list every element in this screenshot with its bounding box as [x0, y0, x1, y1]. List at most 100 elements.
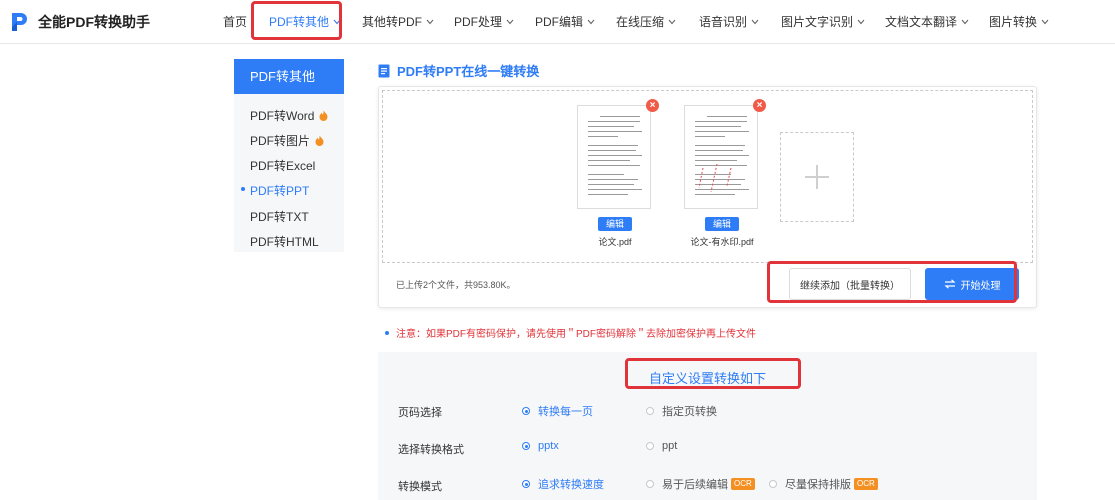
ocr-badge: OCR [731, 478, 755, 490]
file-dropzone[interactable]: × 编辑 论文.pdf × 编辑 论文-有水印.pdf [382, 90, 1033, 263]
option-speed[interactable]: 追求转换速度 [522, 476, 604, 492]
sidebar-item-pdf-to-html[interactable]: PDF转HTML [250, 233, 319, 250]
swap-icon [943, 279, 956, 289]
flame-icon [315, 135, 324, 146]
sidebar-item-label: PDF转Excel [250, 159, 316, 173]
edit-button[interactable]: 编辑 [598, 217, 632, 231]
nav-label: 文档文本翻译 [885, 15, 958, 29]
file-thumbnail[interactable] [684, 105, 758, 209]
option-easy-edit[interactable]: 易于后续编辑 OCR [646, 476, 755, 492]
sidebar-item-label: PDF转TXT [250, 210, 309, 224]
sidebar-item-pdf-to-word[interactable]: PDF转Word [250, 107, 328, 124]
nav-pdf-to-other[interactable]: PDF转其他 [269, 13, 341, 30]
logo-icon [12, 13, 27, 31]
file-card: × 编辑 论文.pdf [577, 99, 659, 248]
nav-compress[interactable]: 在线压缩 [616, 13, 676, 30]
nav-home[interactable]: 首页 [223, 13, 247, 30]
thumbnail-text-line [588, 174, 624, 175]
chevron-down-icon [961, 19, 969, 24]
file-card: × 编辑 论文-有水印.pdf [684, 99, 766, 248]
option-label: pptx [538, 440, 559, 452]
edit-button[interactable]: 编辑 [705, 217, 739, 231]
app-title: 全能PDF转换助手 [38, 14, 150, 30]
thumbnail-text-line [600, 116, 640, 117]
sidebar-item-label: PDF转HTML [250, 235, 319, 249]
nav-other-to-pdf[interactable]: 其他转PDF [362, 13, 434, 30]
nav-label: PDF处理 [454, 15, 503, 29]
document-icon [378, 64, 390, 77]
settings-panel: 自定义设置转换如下 页码选择 转换每一页 指定页转换 选择转换格式 pptx p… [378, 352, 1037, 500]
nav-label: 图片文字识别 [781, 15, 854, 29]
thumbnail-text-line [588, 145, 638, 146]
sidebar-item-pdf-to-txt[interactable]: PDF转TXT [250, 208, 309, 225]
button-label: 继续添加（批量转换） [800, 280, 900, 292]
option-pptx[interactable]: pptx [522, 440, 559, 452]
chevron-down-icon [587, 19, 595, 24]
file-name: 论文.pdf [598, 237, 632, 247]
thumbnail-text-line [588, 189, 642, 190]
thumbnail-text-line [588, 126, 634, 127]
continue-add-button[interactable]: 继续添加（批量转换） [789, 268, 911, 300]
close-icon[interactable]: × [753, 99, 766, 112]
nav-label: 首页 [223, 15, 248, 29]
thumbnail-text-line [588, 165, 640, 166]
sidebar: PDF转其他 PDF转Word PDF转图片 PDF转Excel PDF转PPT… [234, 59, 344, 252]
page-title: PDF转PPT在线一键转换 [378, 61, 539, 80]
nav-label: 在线压缩 [616, 15, 665, 29]
thumbnail-text-line [588, 150, 636, 151]
option-ppt[interactable]: ppt [646, 440, 677, 452]
nav-translate[interactable]: 文档文本翻译 [885, 13, 969, 30]
thumbnail-text-line [588, 194, 628, 195]
chevron-down-icon [751, 19, 759, 24]
ocr-badge: OCR [854, 478, 878, 490]
sidebar-item-label: PDF转图片 [250, 134, 311, 148]
app-logo[interactable]: 全能PDF转换助手 [10, 11, 150, 33]
option-convert-every-page[interactable]: 转换每一页 [522, 403, 593, 419]
thumbnail-text-line [588, 179, 638, 180]
sidebar-item-pdf-to-excel[interactable]: PDF转Excel [250, 157, 315, 174]
thumbnail-text-line [588, 121, 640, 122]
plus-icon [805, 165, 829, 189]
start-process-button[interactable]: 开始处理 [925, 268, 1019, 300]
option-specified-pages[interactable]: 指定页转换 [646, 403, 717, 419]
chevron-down-icon [333, 19, 341, 24]
format-select-label: 选择转换格式 [398, 444, 464, 456]
mode-select-label: 转换模式 [398, 481, 442, 493]
button-label: 开始处理 [960, 280, 1001, 292]
radio [646, 480, 654, 488]
nav-pdf-process[interactable]: PDF处理 [454, 13, 514, 30]
option-keep-layout[interactable]: 尽量保持排版 OCR [769, 476, 878, 492]
flame-icon [319, 110, 328, 121]
file-thumbnail[interactable] [577, 105, 651, 209]
chevron-down-icon [857, 19, 865, 24]
nav-label: PDF编辑 [535, 15, 584, 29]
sidebar-item-label: PDF转PPT [250, 184, 310, 198]
nav-label: 语音识别 [699, 15, 748, 29]
upload-panel: × 编辑 论文.pdf × 编辑 论文-有水印.pdf 已上传2个文件，共953… [378, 86, 1037, 308]
page-select-label: 页码选择 [398, 407, 442, 419]
nav-speech-recognition[interactable]: 语音识别 [699, 13, 759, 30]
nav-label: 其他转PDF [362, 15, 423, 29]
upload-status: 已上传2个文件，共953.80K。 [396, 280, 516, 290]
radio [522, 407, 530, 415]
chevron-down-icon [426, 19, 434, 24]
sidebar-item-pdf-to-image[interactable]: PDF转图片 [250, 132, 324, 149]
option-label: 追求转换速度 [538, 479, 604, 491]
option-label: 尽量保持排版 [785, 479, 851, 491]
notice-text: 注意：如果PDF有密码保护，请先使用＂PDF密码解除＂去除加密保护再上传文件 [396, 329, 756, 340]
nav-image-ocr[interactable]: 图片文字识别 [781, 13, 865, 30]
thumbnail-text-line [588, 160, 630, 161]
bullet [385, 330, 389, 335]
radio [646, 442, 654, 450]
nav-image-convert[interactable]: 图片转换 [989, 13, 1049, 30]
watermark-marks [698, 163, 732, 193]
sidebar-title: PDF转其他 [234, 59, 344, 94]
nav-pdf-edit[interactable]: PDF编辑 [535, 13, 595, 30]
option-label: 易于后续编辑 [662, 479, 728, 491]
sidebar-item-pdf-to-ppt[interactable]: PDF转PPT [241, 182, 310, 199]
radio [522, 442, 530, 450]
top-header: 全能PDF转换助手 首页 PDF转其他 其他转PDF PDF处理 PDF编辑 在… [0, 0, 1115, 44]
close-icon[interactable]: × [646, 99, 659, 112]
add-file-button[interactable] [780, 132, 854, 222]
file-name: 论文-有水印.pdf [690, 237, 754, 247]
